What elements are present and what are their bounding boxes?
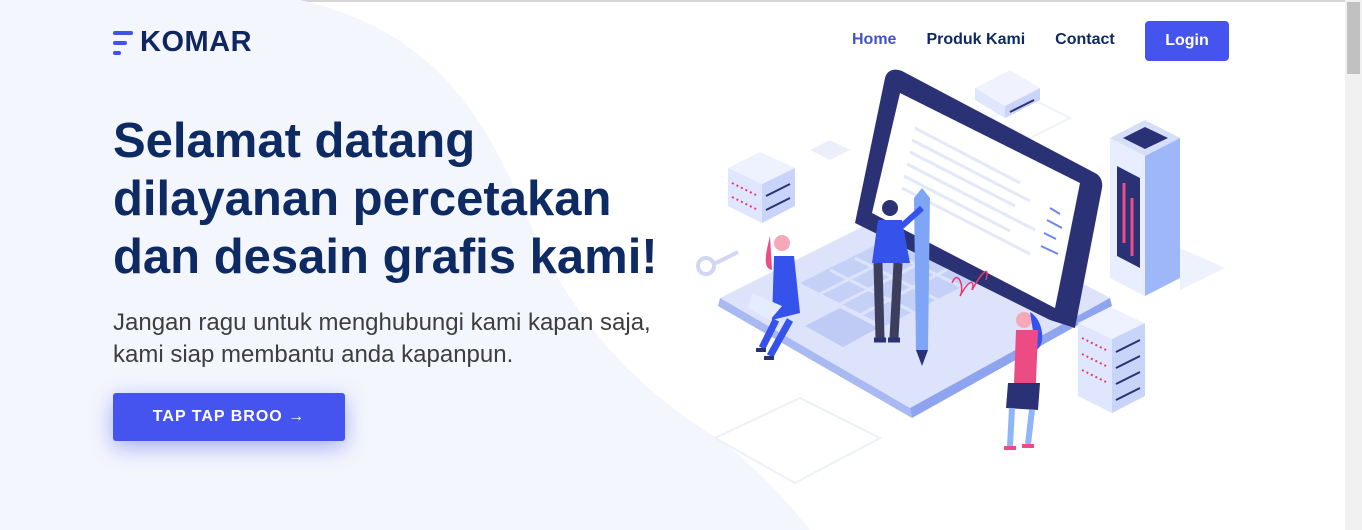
hero-section: Selamat datang dilayanan percetakan dan … [113,112,673,371]
cta-button[interactable]: TAP TAP BROO → [113,393,345,441]
nav-home[interactable]: Home [852,31,896,49]
hero-subtitle: Jangan ragu untuk menghubungi kami kapan… [113,309,651,368]
login-button[interactable]: Login [1145,21,1229,61]
logo[interactable]: KOMAR [113,26,252,59]
laptop-people-servers-illustration [696,69,1225,485]
menu-lines-icon [113,29,137,57]
nav-contact[interactable]: Contact [1055,31,1115,49]
scrollbar[interactable] [1345,0,1362,530]
brand-name: KOMAR [140,26,253,58]
scrollbar-thumb[interactable] [1347,2,1360,74]
navbar: KOMAR Home Produk Kami Contact Login [0,0,1345,82]
hero-title: Selamat datang dilayanan percetakan dan … [113,114,658,284]
nav-produk-kami[interactable]: Produk Kami [926,31,1025,49]
nav-links: Home Produk Kami Contact [852,31,1145,49]
